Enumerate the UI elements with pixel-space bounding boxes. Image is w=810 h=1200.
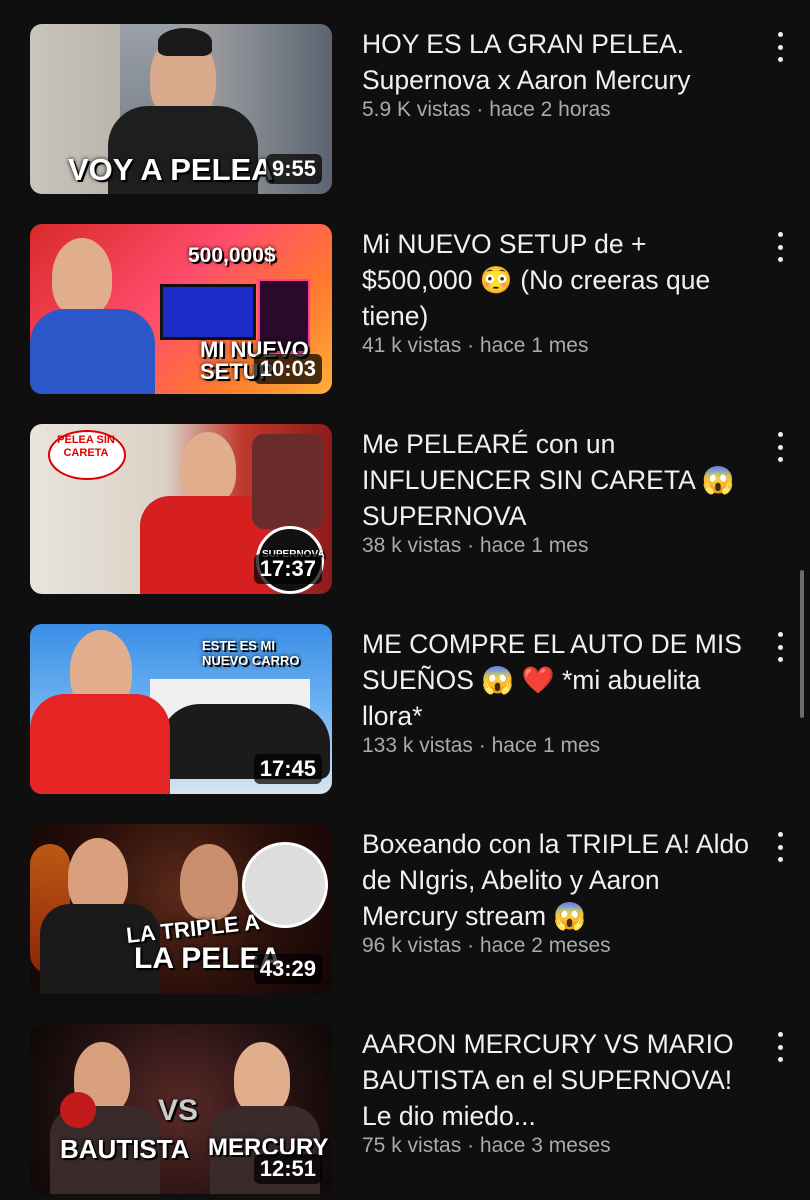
person-face [52, 238, 112, 316]
video-item[interactable]: 500,000$ MI NUEVO SETUP 10:03 Mi NUEVO S… [0, 224, 810, 396]
person-face [180, 432, 236, 504]
video-duration: 9:55 [265, 154, 322, 184]
video-meta: HOY ES LA GRAN PELEA. Supernova x Aaron … [362, 26, 752, 124]
person-shirt [140, 496, 270, 594]
stats-separator: · [467, 534, 475, 557]
monitor-graphic [160, 284, 256, 340]
video-stats: 133 k vistas · hace 1 mes [362, 732, 752, 760]
video-title[interactable]: AARON MERCURY VS MARIO BAUTISTA en el SU… [362, 1026, 752, 1134]
view-count: 38 k vistas [362, 534, 462, 557]
view-count: 75 k vistas [362, 1134, 462, 1157]
video-thumbnail[interactable]: 500,000$ MI NUEVO SETUP 10:03 [30, 224, 332, 394]
inset-photo [252, 434, 324, 529]
person-hair [158, 28, 212, 56]
stats-separator: · [478, 734, 486, 757]
person-face [234, 1042, 290, 1114]
thumbnail-caption: PELEA SIN CARETA [57, 434, 115, 459]
more-vert-icon[interactable] [770, 32, 790, 62]
upload-age: hace 1 mes [479, 534, 589, 557]
video-thumbnail[interactable]: LA TRIPLE A LA PELEA 43:29 [30, 824, 332, 994]
thumbnail-caption: 500,000$ [188, 244, 276, 267]
video-item[interactable]: ESTE ES MI NUEVO CARRO 17:45 ME COMPRE E… [0, 624, 810, 796]
more-vert-icon[interactable] [770, 832, 790, 862]
video-title[interactable]: HOY ES LA GRAN PELEA. Supernova x Aaron … [362, 26, 752, 98]
more-vert-icon[interactable] [770, 1032, 790, 1062]
upload-age: hace 2 meses [479, 934, 611, 957]
video-meta: Mi NUEVO SETUP de + $500,000 😳 (No creer… [362, 226, 752, 360]
video-duration: 10:03 [253, 354, 322, 384]
stats-separator: · [467, 334, 475, 357]
stats-separator: · [467, 1134, 475, 1157]
upload-age: hace 1 mes [491, 734, 601, 757]
thumbnail-caption: BAUTISTA [60, 1134, 190, 1164]
video-meta: Me PELEARÉ con un INFLUENCER SIN CARETA … [362, 426, 752, 560]
video-item[interactable]: VOY A PELEA 9:55 HOY ES LA GRAN PELEA. S… [0, 24, 810, 196]
scrollbar[interactable] [800, 570, 804, 718]
video-stats: 38 k vistas · hace 1 mes [362, 532, 752, 560]
upload-age: hace 3 meses [479, 1134, 611, 1157]
video-item[interactable]: LA TRIPLE A LA PELEA 43:29 Boxeando con … [0, 824, 810, 996]
video-title[interactable]: Mi NUEVO SETUP de + $500,000 😳 (No creer… [362, 226, 752, 334]
video-meta: Boxeando con la TRIPLE A! Aldo de NIgris… [362, 826, 752, 960]
person-face [180, 844, 238, 920]
view-count: 5.9 K vistas [362, 98, 471, 121]
boxing-glove [60, 1092, 96, 1128]
video-stats: 96 k vistas · hace 2 meses [362, 932, 752, 960]
video-list: VOY A PELEA 9:55 HOY ES LA GRAN PELEA. S… [0, 0, 810, 1200]
video-duration: 12:51 [253, 1154, 322, 1184]
stats-separator: · [467, 934, 475, 957]
person-shirt [30, 694, 170, 794]
more-vert-icon[interactable] [770, 432, 790, 462]
thumbnail-caption: VOY A PELEA [68, 152, 274, 187]
video-duration: 43:29 [253, 954, 322, 984]
more-vert-icon[interactable] [770, 232, 790, 262]
thumbnail-vs: VS [158, 1094, 199, 1127]
video-thumbnail[interactable]: PELEA SIN CARETA SUPERNOVA 17:37 [30, 424, 332, 594]
view-count: 96 k vistas [362, 934, 462, 957]
video-stats: 5.9 K vistas · hace 2 horas [362, 96, 752, 124]
video-title[interactable]: Me PELEARÉ con un INFLUENCER SIN CARETA … [362, 426, 752, 534]
video-thumbnail[interactable]: ESTE ES MI NUEVO CARRO 17:45 [30, 624, 332, 794]
video-meta: ME COMPRE EL AUTO DE MIS SUEÑOS 😱 ❤️ *mi… [362, 626, 752, 760]
upload-age: hace 2 horas [489, 98, 611, 121]
video-duration: 17:37 [253, 554, 322, 584]
video-meta: AARON MERCURY VS MARIO BAUTISTA en el SU… [362, 1026, 752, 1160]
more-vert-icon[interactable] [770, 632, 790, 662]
video-stats: 75 k vistas · hace 3 meses [362, 1132, 752, 1160]
video-thumbnail[interactable]: VOY A PELEA 9:55 [30, 24, 332, 194]
thumbnail-caption: ESTE ES MI NUEVO CARRO [202, 638, 300, 668]
video-thumbnail[interactable]: BAUTISTA VS MERCURY 12:51 [30, 1024, 332, 1194]
upload-age: hace 1 mes [479, 334, 589, 357]
video-stats: 41 k vistas · hace 1 mes [362, 332, 752, 360]
video-item[interactable]: PELEA SIN CARETA SUPERNOVA 17:37 Me PELE… [0, 424, 810, 596]
person-shirt [30, 309, 155, 394]
video-title[interactable]: ME COMPRE EL AUTO DE MIS SUEÑOS 😱 ❤️ *mi… [362, 626, 752, 734]
video-item[interactable]: BAUTISTA VS MERCURY 12:51 AARON MERCURY … [0, 1024, 810, 1196]
view-count: 41 k vistas [362, 334, 462, 357]
view-count: 133 k vistas [362, 734, 473, 757]
video-duration: 17:45 [253, 754, 322, 784]
video-title[interactable]: Boxeando con la TRIPLE A! Aldo de NIgris… [362, 826, 752, 934]
stats-separator: · [476, 98, 484, 121]
